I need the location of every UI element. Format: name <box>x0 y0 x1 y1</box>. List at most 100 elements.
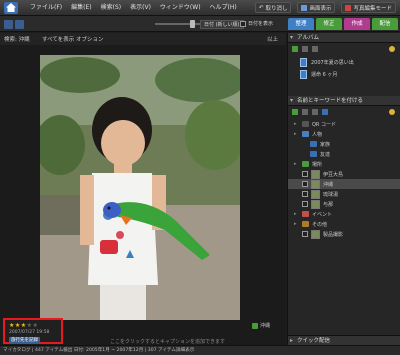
stars-filled[interactable]: ★★★ <box>9 322 27 329</box>
menu-help[interactable]: ヘルプ(H) <box>210 3 237 13</box>
view-icon[interactable] <box>322 109 328 115</box>
edit-icon[interactable] <box>312 109 318 115</box>
keyword-thumbnail <box>311 199 320 209</box>
show-all-link[interactable]: すべてを表示 <box>42 35 74 43</box>
keyword-item[interactable]: 沖縄 <box>288 179 400 189</box>
monitor-icon <box>301 4 308 11</box>
show-date-label: 日付を表示 <box>248 21 274 27</box>
add-icon[interactable] <box>292 109 298 115</box>
menu-search[interactable]: 検索(S) <box>101 3 122 13</box>
quick-share-header[interactable]: クイック配信 <box>288 335 400 346</box>
keyword-item[interactable]: 琉球湯 <box>288 189 400 199</box>
monitor-button[interactable]: 画面表示 <box>297 2 336 13</box>
expand-icon[interactable]: ▸ <box>294 131 299 137</box>
keyword-badge-label: 沖縄 <box>260 323 271 329</box>
keyword-label: 場所 <box>312 161 323 168</box>
photo-metadata-highlight: ★★★★★ 2007/07/27 19:58 旅行先を記録 <box>3 318 63 344</box>
filter-label[interactable]: 以上 <box>267 35 278 43</box>
keyword-tools <box>288 107 400 117</box>
edit-icon[interactable] <box>312 46 318 52</box>
menu-file[interactable]: ファイル(F) <box>30 3 62 13</box>
show-date-toggle[interactable]: 日付を表示 <box>240 20 273 27</box>
album-icon <box>300 69 307 79</box>
options-menu[interactable]: オプション <box>76 35 104 43</box>
keyword-item[interactable]: ▸ 人物 <box>288 129 400 139</box>
keyword-item[interactable]: 伊豆大島 <box>288 169 400 179</box>
tab-share[interactable]: 配信 <box>372 18 398 30</box>
keyword-label: イベント <box>312 211 333 218</box>
tag-icon <box>252 322 258 329</box>
album-label: 2007年夏の思い出 <box>311 59 354 66</box>
keyword-item[interactable]: 与那 <box>288 199 400 209</box>
album-panel-header[interactable]: アルバム <box>288 33 400 43</box>
keyword-thumbnail <box>311 189 320 199</box>
tag-category-icon <box>302 211 309 217</box>
album-item[interactable]: 運命 6 ヶ月 <box>288 68 400 80</box>
tag-category-icon <box>302 131 309 137</box>
delete-icon[interactable] <box>302 109 308 115</box>
menu-window[interactable]: ウィンドウ(W) <box>160 3 201 13</box>
status-bar: マイカタログ | 447 アイテム検出 日付: 2005年1月 ~ 2007年1… <box>0 345 400 355</box>
keyword-checkbox[interactable] <box>302 171 308 177</box>
caption-hint[interactable]: ここをクリックするとキャプションを追加できます <box>110 338 225 345</box>
album-label: 運命 6 ヶ月 <box>311 71 338 78</box>
keyword-item[interactable]: 製品撮影 <box>288 229 400 239</box>
tab-organize[interactable]: 整理 <box>288 18 314 30</box>
keyword-checkbox[interactable] <box>302 201 308 207</box>
stars-empty[interactable]: ★★ <box>27 322 39 329</box>
keyword-checkbox[interactable] <box>302 191 308 197</box>
expand-icon[interactable]: ▸ <box>294 221 299 227</box>
expand-icon[interactable]: ▸ <box>294 161 299 167</box>
menu-edit[interactable]: 編集(E) <box>71 3 91 13</box>
show-date-checkbox[interactable] <box>240 20 246 27</box>
toolbar: 日付 (新しい順) 日付を表示 <box>0 17 286 32</box>
keyword-badge[interactable]: 沖縄 <box>252 322 270 329</box>
keyword-checkbox[interactable] <box>302 181 308 187</box>
tag-category-icon <box>302 161 309 167</box>
browse-bar: 検索: 沖縄 すべてを表示 オプション 以上 <box>0 33 286 45</box>
tag-category-icon <box>310 151 317 157</box>
keyword-panel-header[interactable]: 名前とキーワードを付ける <box>288 96 400 106</box>
keyword-item[interactable]: ▸ 場所 <box>288 159 400 169</box>
home-button[interactable] <box>4 2 18 14</box>
album-item[interactable]: 2007年夏の思い出 <box>288 56 400 68</box>
monitor-label: 画面表示 <box>309 5 332 12</box>
menu-view[interactable]: 表示(V) <box>130 3 151 13</box>
slider-handle[interactable] <box>190 20 195 28</box>
keyword-item[interactable]: ▸ QR コード <box>288 119 400 129</box>
delete-icon[interactable] <box>302 46 308 52</box>
keyword-label: 沖縄 <box>323 181 334 188</box>
star-rating[interactable]: ★★★★★ <box>9 322 38 329</box>
add-icon[interactable] <box>292 46 298 52</box>
tab-fix[interactable]: 修正 <box>316 18 342 30</box>
expand-icon[interactable]: ▸ <box>294 121 299 127</box>
keyword-checkbox[interactable] <box>302 231 308 237</box>
keyword-item[interactable]: 友達 <box>288 149 400 159</box>
album-icon <box>300 57 307 67</box>
keyword-label: 人物 <box>312 131 323 138</box>
keyword-thumbnail <box>311 229 320 239</box>
undo-label: 取り消し <box>265 5 288 12</box>
keyword-item[interactable]: 家族 <box>288 139 400 149</box>
forward-arrow-icon[interactable] <box>15 20 24 29</box>
editor-button[interactable]: 写真編集モード <box>341 2 396 13</box>
expand-icon[interactable]: ▸ <box>294 211 299 217</box>
main-photo[interactable] <box>40 55 240 320</box>
photo-viewer: ここをクリックするとキャプションを追加できます 沖縄 <box>0 45 286 345</box>
keyword-thumbnail <box>311 169 320 179</box>
title-actions: ↶ 取り消し 画面表示 写真編集モード <box>254 2 396 13</box>
editor-label: 写真編集モード <box>353 5 392 12</box>
back-arrow-icon[interactable] <box>4 20 13 29</box>
sort-select[interactable]: 日付 (新しい順) <box>200 20 244 29</box>
app-window: ファイル(F) 編集(E) 検索(S) 表示(V) ウィンドウ(W) ヘルプ(H… <box>0 0 400 355</box>
tab-create[interactable]: 作成 <box>344 18 370 30</box>
photo-date: 2007/07/27 19:58 <box>9 330 50 335</box>
tip-icon[interactable] <box>389 109 395 115</box>
keyword-thumbnail <box>311 179 320 189</box>
right-panel: アルバム 2007年夏の思い出 運命 6 ヶ月 名前とキーワードを付ける <box>287 33 400 346</box>
tip-icon[interactable] <box>389 46 395 52</box>
undo-button[interactable]: ↶ 取り消し <box>254 2 292 13</box>
keyword-item[interactable]: ▸ その他 <box>288 219 400 229</box>
keyword-label: 製品撮影 <box>323 231 344 238</box>
keyword-item[interactable]: ▸ イベント <box>288 209 400 219</box>
